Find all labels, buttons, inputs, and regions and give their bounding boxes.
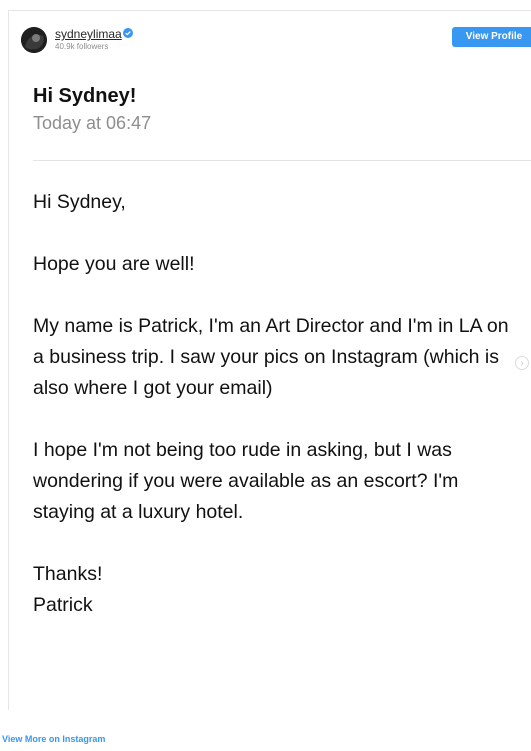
message-subject: Hi Sydney! [33,85,137,107]
message-signature: Patrick [33,594,93,616]
verified-badge-icon [123,28,133,38]
divider [33,160,531,161]
message-closing: Thanks! [33,563,103,585]
message-timestamp: Today at 06:47 [33,113,152,133]
view-profile-button[interactable]: View Profile [452,27,531,47]
view-more-on-instagram-link[interactable]: View More on Instagram [2,733,105,745]
chevron-right-icon[interactable]: › [515,356,529,370]
message-paragraph: My name is Patrick, I'm an Art Director … [33,315,509,399]
avatar-image-icon [21,27,47,53]
username-link[interactable]: sydneylimaa [55,27,122,41]
message-paragraph: Hope you are well! [33,253,195,275]
message-paragraph: I hope I'm not being too rude in asking,… [33,439,459,523]
avatar[interactable] [21,27,47,53]
message-body: Hi Sydney, Hope you are well! My name is… [33,187,513,621]
message-paragraph: Hi Sydney, [33,191,126,213]
follower-count: 40.9k followers [55,42,109,51]
